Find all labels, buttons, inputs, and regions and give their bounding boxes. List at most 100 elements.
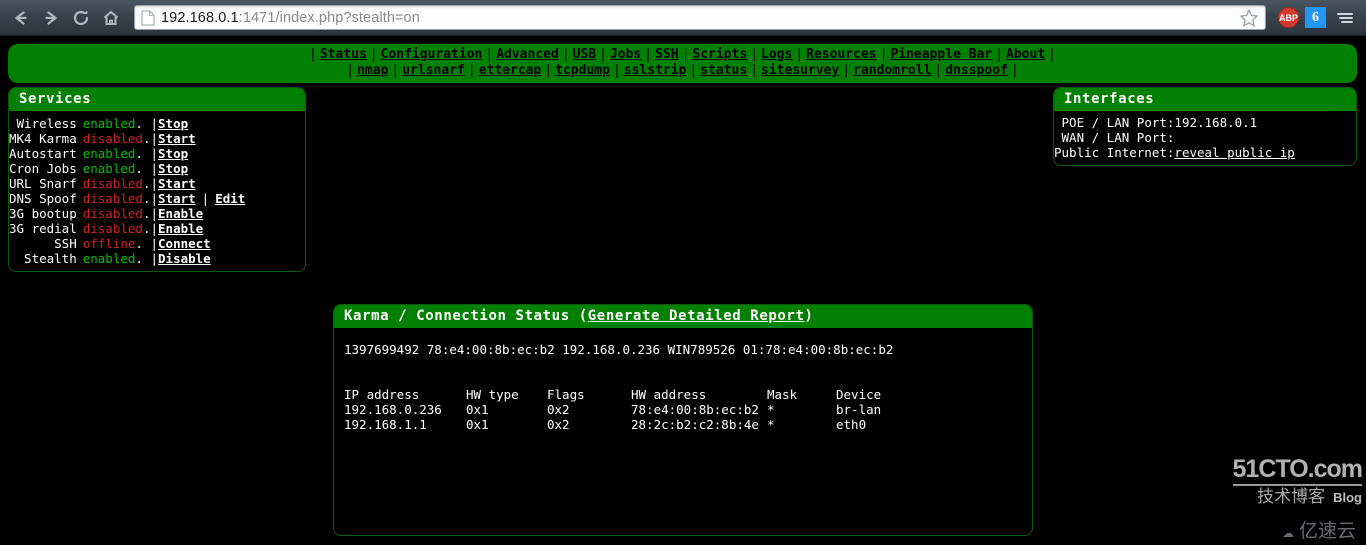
main-navigation: | Status | Configuration | Advanced | USB | Jobs |… — [8, 44, 1357, 83]
arp-cell: 0x2 — [547, 417, 570, 432]
interface-row: POE / LAN Port: 192.168.0.1 — [1054, 115, 1295, 130]
service-action-stop-wireless[interactable]: Stop — [158, 116, 188, 131]
service-action-stop-autostart[interactable]: Stop — [158, 146, 188, 161]
arp-table-header-row: IP address HW type Flags HW address Mask Devi… — [344, 387, 916, 402]
home-icon[interactable] — [96, 3, 126, 33]
interface-label: POE / LAN Port: — [1061, 115, 1175, 130]
service-row-separator: | — [150, 206, 159, 221]
interface-label: Public Internet: — [1054, 145, 1175, 160]
service-row: Wireless enabled. | Stop — [9, 116, 245, 131]
nav-link-logs[interactable]: Logs — [761, 47, 792, 62]
nav-link-jobs[interactable]: Jobs — [610, 47, 641, 62]
service-status-text: disabled — [82, 131, 143, 146]
nav-separator: | — [681, 47, 690, 62]
service-actions: Start — [158, 176, 245, 191]
watermark-51cto-line2: 技术博客 Blog — [1233, 488, 1362, 507]
service-status-text: disabled — [82, 206, 143, 221]
arp-cell: 192.168.0.236 — [344, 402, 442, 417]
nav-separator: | — [1010, 63, 1019, 78]
nav-link-randomroll[interactable]: randomroll — [853, 63, 931, 78]
nav-link-status[interactable]: status — [700, 63, 747, 78]
report-paren-open: ( — [578, 308, 588, 324]
reveal-public-ip-link[interactable]: reveal public ip — [1174, 145, 1294, 160]
service-action-stop-cron-jobs[interactable]: Stop — [158, 161, 188, 176]
arp-table-wrapper: IP address HW type Flags HW address Mask Devi… — [344, 387, 1022, 432]
service-status-period: . — [142, 131, 151, 146]
nav-link-urlsnarf[interactable]: urlsnarf — [402, 63, 465, 78]
arp-table-row: 192.168.0.236 0x1 0x2 78:e4:00:8b:ec:b2 * br-… — [344, 402, 916, 417]
service-action-start-dns-spoof[interactable]: Start — [158, 191, 196, 206]
service-action-disable-stealth[interactable]: Disable — [158, 251, 211, 266]
nav-separator: | — [795, 47, 804, 62]
interfaces-panel-body: POE / LAN Port: 192.168.0.1 WAN / LAN Port… — [1054, 115, 1356, 160]
nav-link-pineapple-bar[interactable]: Pineapple Bar — [890, 47, 992, 62]
nav-link-tcpdump[interactable]: tcpdump — [555, 63, 610, 78]
nav-link-resources[interactable]: Resources — [806, 47, 876, 62]
hamburger-menu-icon[interactable] — [1334, 7, 1356, 29]
interfaces-panel: Interfaces POE / LAN Port: 192.168.0.1 WAN… — [1053, 87, 1357, 166]
service-action-start-url-snarf[interactable]: Start — [158, 176, 196, 191]
nav-separator: | — [842, 63, 851, 78]
arp-cell: 0x2 — [547, 402, 570, 417]
service-status-text: enabled — [82, 146, 136, 161]
service-status-badge: disabled. — [77, 206, 151, 221]
service-status-badge: disabled. — [77, 176, 151, 191]
service-status-text: disabled — [82, 191, 143, 206]
arp-cell: br-lan — [836, 402, 882, 417]
arp-cell: eth0 — [836, 417, 867, 432]
services-panel-body: Wireless enabled. | Stop MK4 Karma disabled. |… — [9, 116, 305, 266]
interface-label: WAN / LAN Port: — [1061, 130, 1175, 145]
nav-link-scripts[interactable]: Scripts — [692, 47, 747, 62]
karma-client-entry: 1397699492 78:e4:00:8b:ec:b2 192.168.0.2… — [344, 342, 894, 357]
service-row-separator: | — [150, 116, 159, 131]
nav-link-sitesurvey[interactable]: sitesurvey — [761, 63, 839, 78]
nav-link-dnsspoof[interactable]: dnsspoof — [945, 63, 1008, 78]
nav-link-ssh[interactable]: SSH — [655, 47, 678, 62]
nav-link-sslstrip[interactable]: sslstrip — [624, 63, 687, 78]
back-button[interactable] — [6, 3, 36, 33]
service-action-edit-dns-spoof[interactable]: Edit — [215, 191, 245, 206]
nav-link-about[interactable]: About — [1006, 47, 1045, 62]
service-row: Stealth enabled. | Disable — [9, 251, 245, 266]
arp-column-header: IP address — [344, 387, 420, 402]
service-actions: Start | Edit — [158, 191, 245, 206]
nav-link-ettercap[interactable]: ettercap — [479, 63, 542, 78]
service-action-start-mk4-karma[interactable]: Start — [158, 131, 196, 146]
adblock-plus-icon[interactable]: ABP — [1278, 7, 1299, 28]
url-text: 192.168.0.1:1471/index.php?stealth=on — [161, 10, 1239, 26]
service-row: MK4 Karma disabled. | Start — [9, 131, 245, 146]
service-row-separator: | — [150, 131, 159, 146]
arp-cell: 0x1 — [466, 417, 489, 432]
service-action-enable-3g-redial[interactable]: Enable — [158, 221, 203, 236]
generate-detailed-report-link[interactable]: Generate Detailed Report — [588, 308, 805, 324]
nav-link-usb[interactable]: USB — [573, 47, 596, 62]
service-name: 3G redial — [9, 221, 77, 236]
browser-extension-icon[interactable]: 6 — [1305, 7, 1326, 28]
nav-link-configuration[interactable]: Configuration — [381, 47, 483, 62]
watermark-51cto: 51CTO.com 技术博客 Blog — [1232, 457, 1363, 507]
forward-button[interactable] — [36, 3, 66, 33]
service-row-separator: | — [150, 176, 159, 191]
nav-link-status[interactable]: Status — [320, 47, 367, 62]
watermark-divider — [1232, 484, 1362, 486]
service-name: 3G bootup — [9, 206, 77, 221]
nav-separator: | — [644, 47, 653, 62]
service-row: 3G bootup disabled. | Enable — [9, 206, 245, 221]
interfaces-table: POE / LAN Port: 192.168.0.1 WAN / LAN Port… — [1054, 115, 1295, 160]
interface-row: Public Internet: reveal public ip — [1054, 145, 1295, 160]
service-status-badge: enabled. — [77, 161, 151, 176]
reload-icon[interactable] — [66, 3, 96, 33]
service-row-separator: | — [150, 146, 159, 161]
bookmark-star-icon[interactable] — [1239, 8, 1259, 28]
service-action-enable-3g-bootup[interactable]: Enable — [158, 206, 203, 221]
service-action-connect-ssh[interactable]: Connect — [158, 236, 211, 251]
nav-link-advanced[interactable]: Advanced — [496, 47, 559, 62]
service-status-period: . — [135, 146, 143, 161]
nav-separator: | — [369, 47, 378, 62]
nav-link-nmap[interactable]: nmap — [357, 63, 388, 78]
arp-table: IP address HW type Flags HW address Mask Devi… — [344, 387, 916, 432]
service-name: Wireless — [16, 116, 77, 131]
arp-cell: 192.168.1.1 — [344, 417, 427, 432]
service-actions: Stop — [158, 116, 245, 131]
address-bar[interactable]: 192.168.0.1:1471/index.php?stealth=on — [134, 5, 1266, 30]
